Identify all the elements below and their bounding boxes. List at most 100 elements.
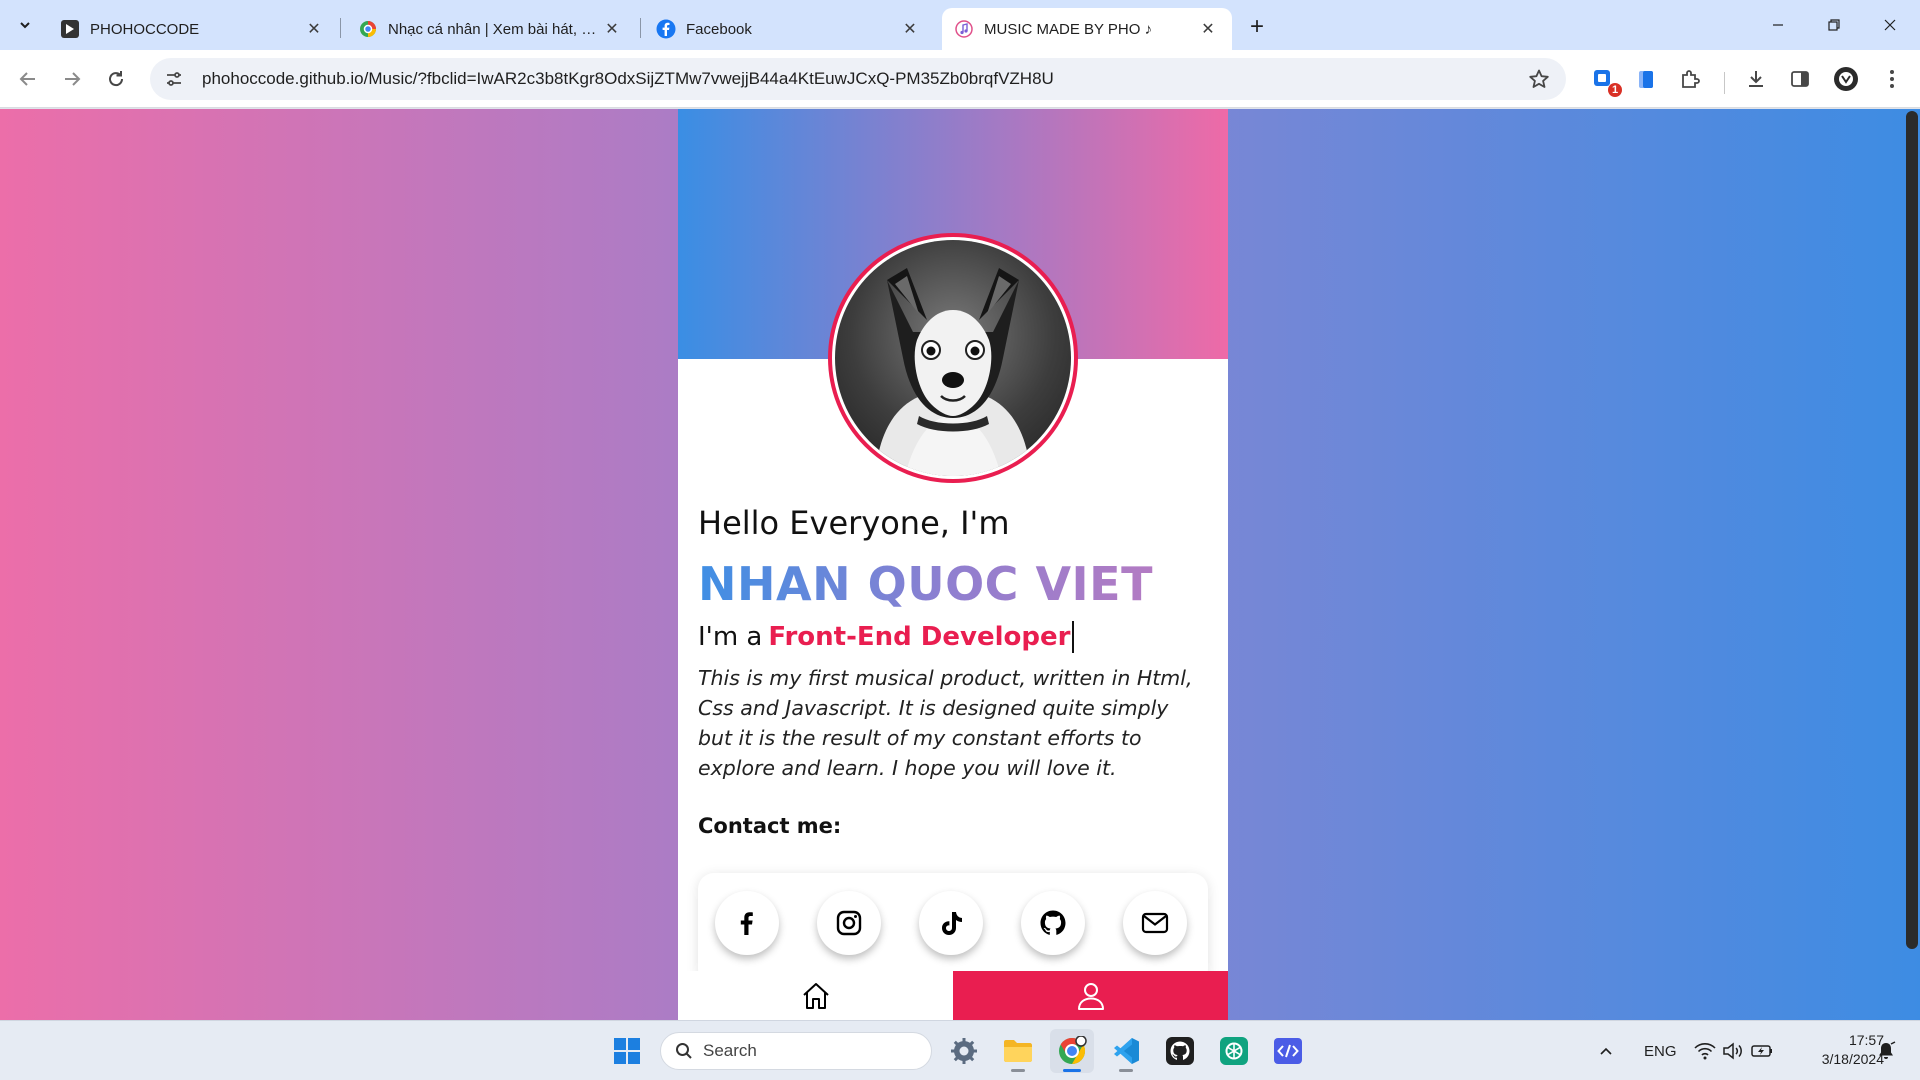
tab-title: Nhạc cá nhân | Xem bài hát, album [388,20,600,38]
taskbar-settings[interactable] [942,1029,986,1073]
language-indicator[interactable]: ENG [1644,1021,1677,1080]
tab-facebook[interactable]: Facebook ✕ [644,8,934,50]
tab-divider [640,18,641,38]
downloads-button[interactable] [1740,63,1772,95]
download-icon [1749,71,1763,87]
new-tab-button[interactable]: + [1240,10,1274,44]
role-text: Front-End Developer [768,622,1071,652]
address-bar[interactable]: phohoccode.github.io/Music/?fbclid=IwAR2… [150,58,1566,100]
tray-network-volume-battery[interactable] [1694,1021,1774,1080]
close-icon[interactable]: ✕ [898,17,922,41]
tab-search-button[interactable] [8,8,42,42]
phohoccode-logo-icon [60,19,80,39]
close-icon [1884,19,1896,31]
star-icon [1529,69,1549,88]
battery-charging-icon [1751,1045,1772,1057]
email-link[interactable] [1123,891,1187,955]
taskbar-clock[interactable]: 17:57 3/18/2024 [1794,1031,1884,1069]
chrome-menu-button[interactable] [1876,63,1908,95]
running-indicator [1063,1069,1081,1072]
reload-button[interactable] [98,61,134,97]
start-button[interactable] [605,1029,649,1073]
clipboard-extension-icon [1639,71,1653,88]
nav-profile-button[interactable] [953,971,1228,1020]
url-text[interactable]: phohoccode.github.io/Music/?fbclid=IwAR2… [202,69,1054,89]
notification-badge: 1 [1608,83,1622,97]
instagram-link[interactable] [817,891,881,955]
github-link[interactable] [1021,891,1085,955]
clock-date: 3/18/2024 [1821,1051,1884,1067]
tune-icon [167,72,181,86]
user-icon [1077,982,1104,1010]
tab-music-made-by-pho[interactable]: MUSIC MADE BY PHO ♪ ✕ [942,8,1232,50]
email-icon [1141,912,1169,934]
extensions-menu-button[interactable] [1674,63,1706,95]
role-prefix: I'm a [698,622,763,652]
tab-zing-music[interactable]: Nhạc cá nhân | Xem bài hát, album ✕ [346,8,636,50]
more-vertical-icon [1890,70,1894,88]
close-icon[interactable]: ✕ [600,17,624,41]
profile-button[interactable] [1830,63,1862,95]
volume-icon [1723,1042,1742,1060]
taskbar-search[interactable]: Search [660,1032,932,1070]
minimize-icon [1773,24,1783,26]
contact-heading: Contact me: [698,814,842,838]
taskbar-chrome[interactable] [1050,1029,1094,1073]
close-window-button[interactable] [1862,0,1918,50]
tab-title: MUSIC MADE BY PHO ♪ [984,20,1153,38]
close-icon[interactable]: ✕ [302,17,326,41]
tab-title: PHOHOCCODE [90,20,200,38]
intro-paragraph: This is my first musical product, writte… [698,666,1193,780]
clock-time: 17:57 [1848,1032,1884,1048]
bookmark-star-button[interactable] [1526,66,1552,92]
restore-button[interactable] [1806,0,1862,50]
tab-phohoccode[interactable]: PHOHOCCODE ✕ [48,8,338,50]
puzzle-icon [1682,70,1700,88]
side-panel-icon [1791,71,1809,87]
chevron-down-icon [20,22,30,29]
chevron-up-icon [1600,1047,1612,1055]
minimize-button[interactable] [1750,0,1806,50]
tiktok-icon [942,912,962,935]
search-icon [676,1043,692,1059]
running-indicator [1011,1069,1025,1072]
nav-home-button[interactable] [678,971,953,1020]
taskbar-github-desktop[interactable] [1158,1029,1202,1073]
toolbar-divider [1724,72,1725,94]
site-info-button[interactable] [154,59,194,99]
facebook-icon [656,19,676,39]
greeting-text: Hello Everyone, I'm [698,504,1010,542]
notifications-button[interactable] [1876,1021,1896,1080]
extension-button[interactable] [1630,63,1662,95]
taskbar-code-app[interactable] [1266,1029,1310,1073]
scrollbar-thumb[interactable] [1906,111,1918,949]
social-links [698,873,1208,985]
bottom-nav [678,971,1228,1020]
taskbar-file-explorer[interactable] [996,1029,1040,1073]
typing-caret [1072,621,1075,653]
code-brackets-icon [1274,1038,1302,1064]
extension-button[interactable]: 1 [1588,63,1622,97]
github-icon [1040,910,1066,935]
role-line: I'm a Front-End Developer [698,621,1075,653]
reload-icon [109,71,124,87]
chrome-icon [1059,1036,1087,1065]
facebook-link[interactable] [715,891,779,955]
avatar [828,233,1078,483]
taskbar-vscode[interactable] [1104,1029,1148,1073]
close-icon[interactable]: ✕ [1196,17,1220,41]
forward-button[interactable] [54,61,90,97]
side-panel-button[interactable] [1784,63,1816,95]
page-viewport: Hello Everyone, I'm NHAN QUOC VIET I'm a… [0,109,1920,1020]
back-button[interactable] [10,61,46,97]
bell-icon [1879,1041,1896,1059]
page-scrollbar[interactable] [1904,109,1920,1020]
taskbar-chatgpt[interactable] [1212,1029,1256,1073]
restore-icon [1828,19,1840,31]
browser-toolbar: phohoccode.github.io/Music/?fbclid=IwAR2… [0,50,1920,108]
running-indicator [1119,1069,1133,1072]
home-icon [802,982,829,1009]
tiktok-link[interactable] [919,891,983,955]
tray-overflow-button[interactable] [1598,1021,1614,1080]
tab-title: Facebook [686,20,752,38]
